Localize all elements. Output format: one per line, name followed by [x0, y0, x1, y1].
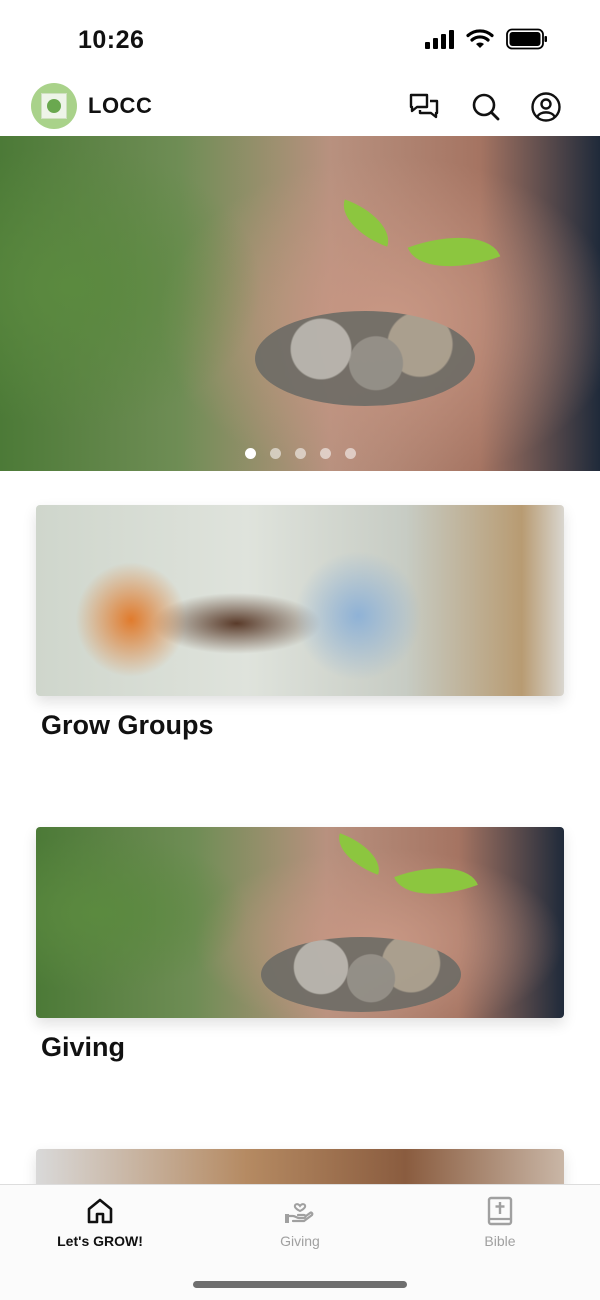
wifi-icon	[466, 29, 494, 48]
carousel-dot[interactable]	[319, 448, 331, 459]
sprout-leaf-image	[331, 833, 387, 875]
status-icons	[425, 28, 548, 50]
carousel-dot[interactable]	[294, 448, 306, 459]
tab-giving[interactable]: Giving	[200, 1185, 400, 1257]
tab-label: Bible	[484, 1233, 516, 1249]
sprout-leaf-image	[334, 199, 398, 247]
profile-button[interactable]	[529, 90, 563, 124]
user-circle-icon	[531, 92, 561, 122]
grow-groups-image	[36, 505, 564, 696]
messages-button[interactable]	[407, 90, 441, 124]
app-title: LOCC	[88, 93, 153, 118]
card-title: Grow Groups	[41, 710, 214, 740]
tab-bible[interactable]: Bible	[400, 1185, 600, 1257]
card-grow-groups[interactable]: Grow Groups	[36, 505, 564, 741]
app-header: LOCC	[0, 78, 600, 136]
sprout-leaf-image	[394, 851, 478, 911]
home-indicator	[193, 1281, 407, 1288]
hero-carousel[interactable]	[0, 136, 600, 471]
search-button[interactable]	[469, 90, 503, 124]
chat-bubbles-icon	[409, 93, 439, 119]
carousel-dots	[0, 448, 600, 459]
search-icon	[472, 93, 500, 121]
logo-image	[41, 93, 67, 119]
status-time: 10:26	[78, 26, 145, 54]
carousel-dot[interactable]	[269, 448, 281, 459]
tab-label: Let's GROW!	[57, 1233, 143, 1249]
card-giving[interactable]: Giving	[36, 827, 564, 1063]
carousel-dot[interactable]	[244, 448, 256, 459]
giving-hand-heart-icon	[284, 1195, 316, 1227]
battery-icon	[506, 28, 547, 50]
bible-icon	[484, 1195, 516, 1227]
card-title: Giving	[41, 1032, 126, 1062]
tree-icon	[47, 99, 61, 113]
tab-label: Giving	[280, 1233, 320, 1249]
app-logo[interactable]	[31, 83, 77, 129]
carousel-dot[interactable]	[344, 448, 356, 459]
home-icon	[84, 1195, 116, 1227]
coins-image	[255, 311, 475, 406]
status-bar: 10:26	[0, 0, 600, 78]
signal-icon	[425, 29, 454, 49]
sprout-leaf-image	[407, 218, 501, 286]
tab-lets-grow[interactable]: Let's GROW!	[0, 1185, 200, 1257]
coins-image	[261, 937, 461, 1012]
giving-image	[36, 827, 564, 1018]
